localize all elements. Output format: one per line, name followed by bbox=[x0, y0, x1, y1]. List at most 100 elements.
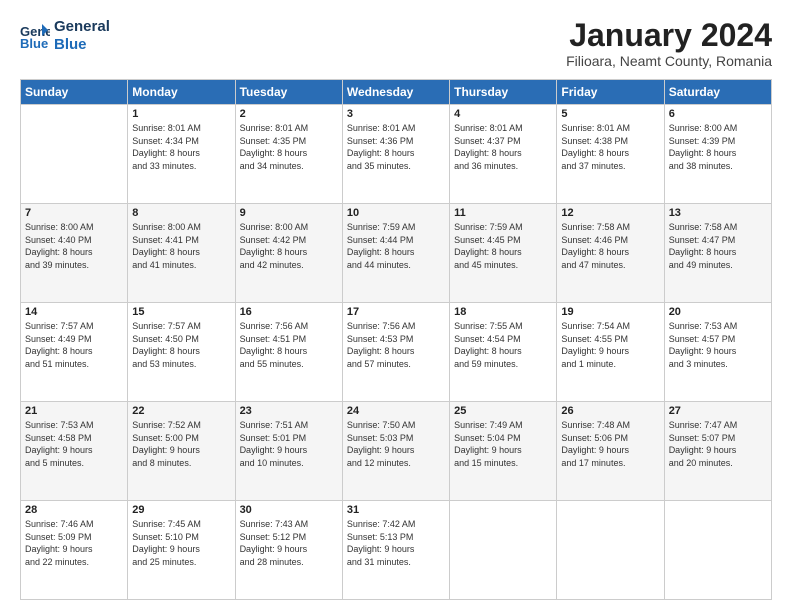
calendar-cell: 4 Sunrise: 8:01 AM Sunset: 4:37 PM Daylig… bbox=[450, 105, 557, 204]
calendar-table: SundayMondayTuesdayWednesdayThursdayFrid… bbox=[20, 79, 772, 600]
week-row-2: 7Sunrise: 8:00 AM Sunset: 4:40 PM Daylig… bbox=[21, 204, 772, 303]
day-number: 28 bbox=[25, 504, 123, 516]
week-row-1: 1 Sunrise: 8:01 AM Sunset: 4:34 PM Daylig… bbox=[21, 105, 772, 204]
day-info: Sunrise: 7:45 AM Sunset: 5:10 PM Dayligh… bbox=[132, 518, 230, 568]
location-title: Filioara, Neamt County, Romania bbox=[566, 53, 772, 69]
calendar-cell: 16 Sunrise: 7:56 AM Sunset: 4:51 PM Dayli… bbox=[235, 303, 342, 402]
logo-text-general: General bbox=[54, 18, 110, 36]
calendar-cell: 29Sunrise: 7:45 AM Sunset: 5:10 PM Dayli… bbox=[128, 501, 235, 600]
weekday-header-row: SundayMondayTuesdayWednesdayThursdayFrid… bbox=[21, 80, 772, 105]
calendar-cell: 3Sunrise: 8:01 AM Sunset: 4:36 PM Daylig… bbox=[342, 105, 449, 204]
calendar-cell: 22 Sunrise: 7:52 AM Sunset: 5:00 PM Dayli… bbox=[128, 402, 235, 501]
calendar-cell: 20 Sunrise: 7:53 AM Sunset: 4:57 PM Dayli… bbox=[664, 303, 771, 402]
logo-icon: General Blue bbox=[20, 22, 50, 50]
calendar-cell: 31 Sunrise: 7:42 AM Sunset: 5:13 PM Dayli… bbox=[342, 501, 449, 600]
calendar-cell: 7Sunrise: 8:00 AM Sunset: 4:40 PM Daylig… bbox=[21, 204, 128, 303]
day-number: 13 bbox=[669, 207, 767, 219]
day-number: 6 bbox=[669, 108, 767, 120]
day-number: 20 bbox=[669, 306, 767, 318]
calendar-cell: 9 Sunrise: 8:00 AM Sunset: 4:42 PM Daylig… bbox=[235, 204, 342, 303]
calendar-cell bbox=[450, 501, 557, 600]
day-number: 26 bbox=[561, 405, 659, 417]
day-number: 27 bbox=[669, 405, 767, 417]
day-info: Sunrise: 8:01 AM Sunset: 4:34 PM Dayligh… bbox=[132, 122, 230, 172]
day-info: Sunrise: 8:00 AM Sunset: 4:39 PM Dayligh… bbox=[669, 122, 767, 172]
calendar-cell bbox=[21, 105, 128, 204]
day-number: 31 bbox=[347, 504, 445, 516]
svg-text:Blue: Blue bbox=[20, 36, 48, 50]
month-title: January 2024 bbox=[566, 18, 772, 53]
calendar-page: General Blue General Blue January 2024 F… bbox=[0, 0, 792, 612]
calendar-cell: 28 Sunrise: 7:46 AM Sunset: 5:09 PM Dayli… bbox=[21, 501, 128, 600]
calendar-cell: 26 Sunrise: 7:48 AM Sunset: 5:06 PM Dayli… bbox=[557, 402, 664, 501]
day-info: Sunrise: 7:52 AM Sunset: 5:00 PM Dayligh… bbox=[132, 419, 230, 469]
day-info: Sunrise: 7:51 AM Sunset: 5:01 PM Dayligh… bbox=[240, 419, 338, 469]
day-info: Sunrise: 7:53 AM Sunset: 4:57 PM Dayligh… bbox=[669, 320, 767, 370]
day-number: 19 bbox=[561, 306, 659, 318]
day-info: Sunrise: 7:56 AM Sunset: 4:51 PM Dayligh… bbox=[240, 320, 338, 370]
calendar-cell: 30Sunrise: 7:43 AM Sunset: 5:12 PM Dayli… bbox=[235, 501, 342, 600]
day-info: Sunrise: 7:42 AM Sunset: 5:13 PM Dayligh… bbox=[347, 518, 445, 568]
day-info: Sunrise: 7:56 AM Sunset: 4:53 PM Dayligh… bbox=[347, 320, 445, 370]
day-info: Sunrise: 7:50 AM Sunset: 5:03 PM Dayligh… bbox=[347, 419, 445, 469]
day-number: 8 bbox=[132, 207, 230, 219]
day-number: 17 bbox=[347, 306, 445, 318]
day-number: 2 bbox=[240, 108, 338, 120]
calendar-cell: 13 Sunrise: 7:58 AM Sunset: 4:47 PM Dayli… bbox=[664, 204, 771, 303]
day-number: 9 bbox=[240, 207, 338, 219]
weekday-tuesday: Tuesday bbox=[235, 80, 342, 105]
day-info: Sunrise: 8:00 AM Sunset: 4:42 PM Dayligh… bbox=[240, 221, 338, 271]
day-number: 30 bbox=[240, 504, 338, 516]
calendar-cell: 27Sunrise: 7:47 AM Sunset: 5:07 PM Dayli… bbox=[664, 402, 771, 501]
day-number: 22 bbox=[132, 405, 230, 417]
day-info: Sunrise: 7:46 AM Sunset: 5:09 PM Dayligh… bbox=[25, 518, 123, 568]
calendar-cell: 5Sunrise: 8:01 AM Sunset: 4:38 PM Daylig… bbox=[557, 105, 664, 204]
day-info: Sunrise: 7:58 AM Sunset: 4:47 PM Dayligh… bbox=[669, 221, 767, 271]
day-number: 16 bbox=[240, 306, 338, 318]
day-info: Sunrise: 7:53 AM Sunset: 4:58 PM Dayligh… bbox=[25, 419, 123, 469]
calendar-cell: 2Sunrise: 8:01 AM Sunset: 4:35 PM Daylig… bbox=[235, 105, 342, 204]
calendar-body: 1 Sunrise: 8:01 AM Sunset: 4:34 PM Daylig… bbox=[21, 105, 772, 600]
day-info: Sunrise: 8:00 AM Sunset: 4:40 PM Dayligh… bbox=[25, 221, 123, 271]
weekday-thursday: Thursday bbox=[450, 80, 557, 105]
calendar-cell: 8 Sunrise: 8:00 AM Sunset: 4:41 PM Daylig… bbox=[128, 204, 235, 303]
logo-text-blue: Blue bbox=[54, 36, 110, 54]
week-row-5: 28 Sunrise: 7:46 AM Sunset: 5:09 PM Dayli… bbox=[21, 501, 772, 600]
day-number: 12 bbox=[561, 207, 659, 219]
day-info: Sunrise: 7:48 AM Sunset: 5:06 PM Dayligh… bbox=[561, 419, 659, 469]
calendar-cell bbox=[664, 501, 771, 600]
calendar-cell: 11Sunrise: 7:59 AM Sunset: 4:45 PM Dayli… bbox=[450, 204, 557, 303]
week-row-4: 21 Sunrise: 7:53 AM Sunset: 4:58 PM Dayli… bbox=[21, 402, 772, 501]
day-info: Sunrise: 7:59 AM Sunset: 4:44 PM Dayligh… bbox=[347, 221, 445, 271]
calendar-cell: 1 Sunrise: 8:01 AM Sunset: 4:34 PM Daylig… bbox=[128, 105, 235, 204]
day-info: Sunrise: 8:00 AM Sunset: 4:41 PM Dayligh… bbox=[132, 221, 230, 271]
weekday-sunday: Sunday bbox=[21, 80, 128, 105]
week-row-3: 14 Sunrise: 7:57 AM Sunset: 4:49 PM Dayli… bbox=[21, 303, 772, 402]
day-number: 24 bbox=[347, 405, 445, 417]
day-info: Sunrise: 8:01 AM Sunset: 4:36 PM Dayligh… bbox=[347, 122, 445, 172]
day-info: Sunrise: 7:58 AM Sunset: 4:46 PM Dayligh… bbox=[561, 221, 659, 271]
calendar-cell: 14 Sunrise: 7:57 AM Sunset: 4:49 PM Dayli… bbox=[21, 303, 128, 402]
calendar-cell: 25 Sunrise: 7:49 AM Sunset: 5:04 PM Dayli… bbox=[450, 402, 557, 501]
calendar-cell: 15Sunrise: 7:57 AM Sunset: 4:50 PM Dayli… bbox=[128, 303, 235, 402]
day-number: 23 bbox=[240, 405, 338, 417]
day-info: Sunrise: 7:59 AM Sunset: 4:45 PM Dayligh… bbox=[454, 221, 552, 271]
day-info: Sunrise: 7:49 AM Sunset: 5:04 PM Dayligh… bbox=[454, 419, 552, 469]
calendar-cell: 23 Sunrise: 7:51 AM Sunset: 5:01 PM Dayli… bbox=[235, 402, 342, 501]
day-number: 21 bbox=[25, 405, 123, 417]
day-info: Sunrise: 7:54 AM Sunset: 4:55 PM Dayligh… bbox=[561, 320, 659, 370]
day-info: Sunrise: 8:01 AM Sunset: 4:37 PM Dayligh… bbox=[454, 122, 552, 172]
calendar-cell: 19 Sunrise: 7:54 AM Sunset: 4:55 PM Dayli… bbox=[557, 303, 664, 402]
day-number: 14 bbox=[25, 306, 123, 318]
day-number: 18 bbox=[454, 306, 552, 318]
weekday-friday: Friday bbox=[557, 80, 664, 105]
day-number: 4 bbox=[454, 108, 552, 120]
day-info: Sunrise: 7:57 AM Sunset: 4:49 PM Dayligh… bbox=[25, 320, 123, 370]
day-number: 1 bbox=[132, 108, 230, 120]
day-info: Sunrise: 7:55 AM Sunset: 4:54 PM Dayligh… bbox=[454, 320, 552, 370]
calendar-cell: 18 Sunrise: 7:55 AM Sunset: 4:54 PM Dayli… bbox=[450, 303, 557, 402]
calendar-cell: 24 Sunrise: 7:50 AM Sunset: 5:03 PM Dayli… bbox=[342, 402, 449, 501]
calendar-cell: 10Sunrise: 7:59 AM Sunset: 4:44 PM Dayli… bbox=[342, 204, 449, 303]
calendar-cell: 21 Sunrise: 7:53 AM Sunset: 4:58 PM Dayli… bbox=[21, 402, 128, 501]
day-number: 25 bbox=[454, 405, 552, 417]
